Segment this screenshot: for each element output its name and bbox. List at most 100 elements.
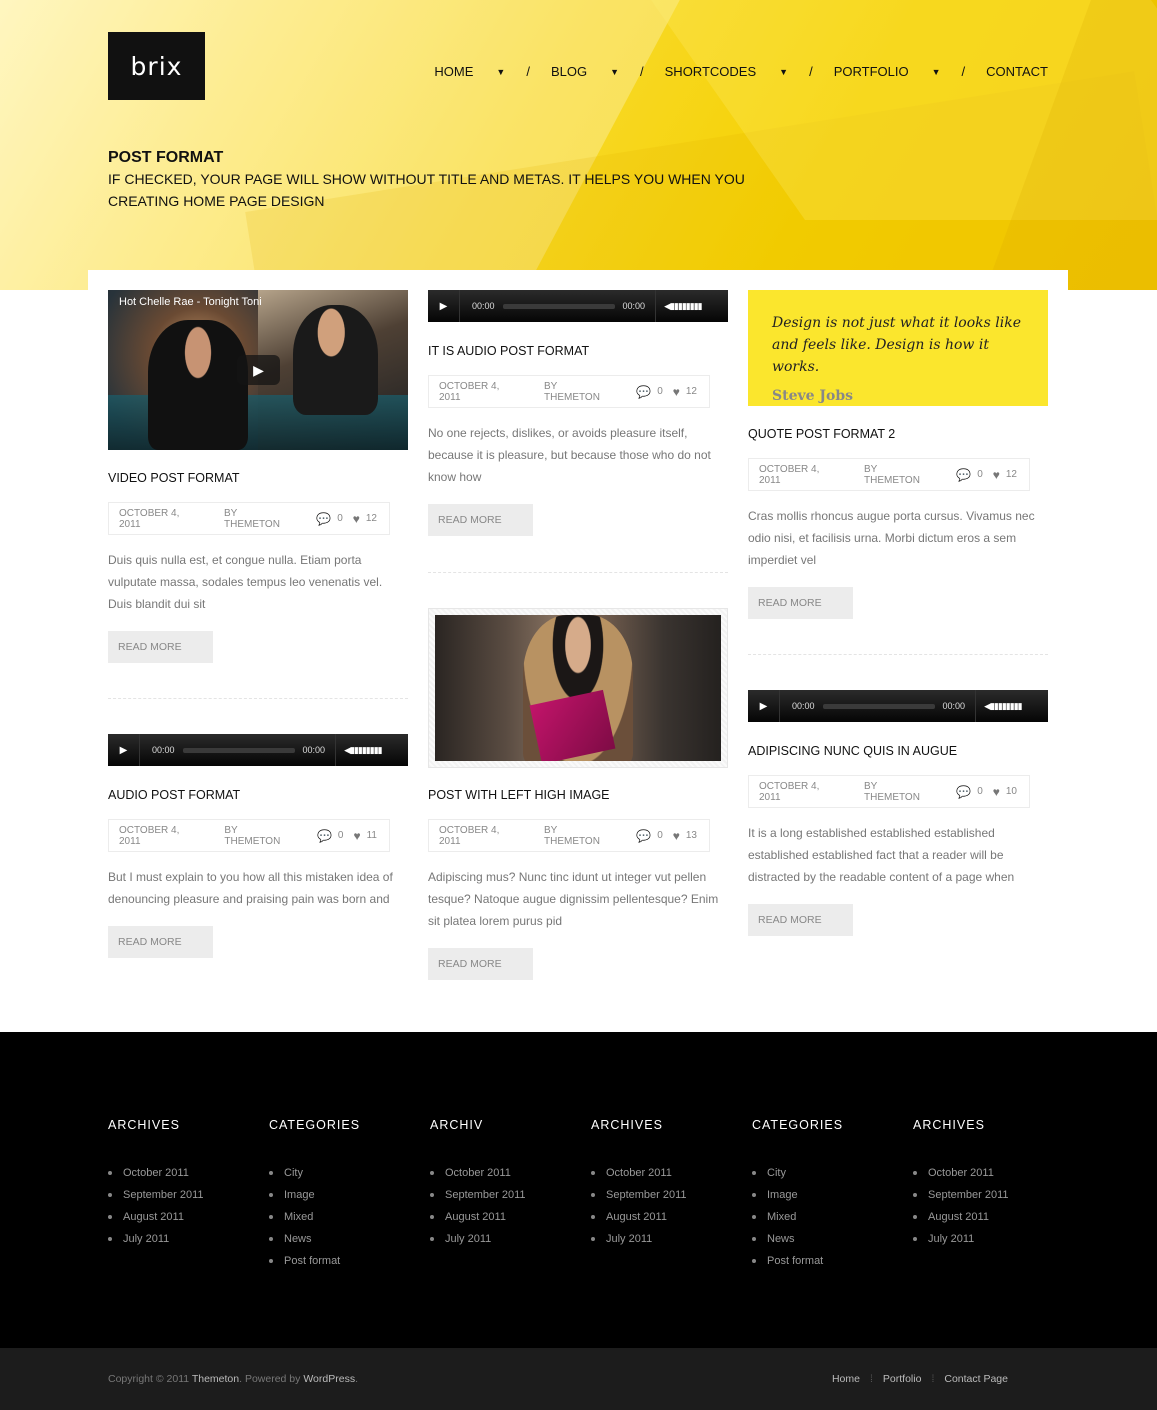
footer-link[interactable]: September 2011 [913, 1184, 1063, 1206]
nav-label[interactable]: PORTFOLIO [834, 64, 909, 79]
footer-link[interactable]: July 2011 [913, 1228, 1063, 1250]
wordpress-link[interactable]: WordPress [303, 1373, 355, 1385]
footer-link-label[interactable]: September 2011 [928, 1189, 1009, 1201]
footer-link-label[interactable]: Mixed [767, 1211, 796, 1223]
audio-progress-track[interactable] [502, 303, 615, 309]
footer-link[interactable]: Image [752, 1184, 902, 1206]
footer-link-label[interactable]: Post format [284, 1255, 340, 1267]
footer-link[interactable]: July 2011 [108, 1228, 258, 1250]
post-author[interactable]: BY THEMETON [544, 381, 614, 403]
footer-link-label[interactable]: August 2011 [606, 1211, 667, 1223]
read-more-button[interactable]: READ MORE [748, 904, 853, 936]
post-author[interactable]: BY THEMETON [864, 464, 934, 486]
footer-link-label[interactable]: September 2011 [445, 1189, 526, 1201]
footer-link-label[interactable]: August 2011 [123, 1211, 184, 1223]
nav-item-home[interactable]: HOME ▼ [434, 64, 505, 79]
footer-link[interactable]: July 2011 [430, 1228, 580, 1250]
footer-link[interactable]: August 2011 [591, 1206, 741, 1228]
post-title[interactable]: VIDEO POST FORMAT [108, 471, 408, 485]
footer-link-label[interactable]: September 2011 [606, 1189, 687, 1201]
bottom-link-home[interactable]: Home [832, 1373, 860, 1385]
footer-link-label[interactable]: July 2011 [928, 1233, 974, 1245]
footer-link-label[interactable]: July 2011 [123, 1233, 169, 1245]
nav-item-portfolio[interactable]: PORTFOLIO ▼ [834, 64, 941, 79]
footer-link[interactable]: News [269, 1228, 419, 1250]
footer-link-label[interactable]: September 2011 [123, 1189, 204, 1201]
video-title[interactable]: Hot Chelle Rae - Tonight Toni [119, 296, 262, 308]
post-title[interactable]: IT IS AUDIO POST FORMAT [428, 344, 728, 358]
like-count[interactable]: ♥ 12 [993, 468, 1017, 482]
read-more-button[interactable]: READ MORE [108, 631, 213, 663]
footer-link-label[interactable]: August 2011 [928, 1211, 989, 1223]
footer-link-label[interactable]: October 2011 [928, 1167, 994, 1179]
read-more-button[interactable]: READ MORE [428, 504, 533, 536]
post-author[interactable]: BY THEMETON [864, 781, 934, 803]
footer-link[interactable]: October 2011 [430, 1162, 580, 1184]
footer-link[interactable]: News [752, 1228, 902, 1250]
comment-count[interactable]: 💬 0 [636, 385, 663, 399]
like-count[interactable]: ♥ 11 [353, 829, 377, 843]
play-icon[interactable]: ▶ [748, 690, 780, 722]
nav-label[interactable]: HOME [434, 64, 473, 79]
audio-player[interactable]: ▶ 00:00 00:00 ◀▮▮▮▮▮▮▮▮ [748, 690, 1048, 722]
footer-link[interactable]: City [269, 1162, 419, 1184]
footer-link[interactable]: October 2011 [591, 1162, 741, 1184]
footer-link[interactable]: September 2011 [591, 1184, 741, 1206]
footer-link-label[interactable]: Image [767, 1189, 798, 1201]
copyright-brand-link[interactable]: Themeton [192, 1373, 239, 1385]
footer-link[interactable]: City [752, 1162, 902, 1184]
like-count[interactable]: ♥ 10 [993, 785, 1017, 799]
video-player[interactable]: Hot Chelle Rae - Tonight Toni ▶ [108, 290, 408, 450]
volume-icon[interactable]: ◀▮▮▮▮▮▮▮▮ [335, 734, 383, 766]
like-count[interactable]: ♥ 12 [353, 512, 377, 526]
footer-link[interactable]: October 2011 [913, 1162, 1063, 1184]
footer-link[interactable]: September 2011 [108, 1184, 258, 1206]
footer-link[interactable]: October 2011 [108, 1162, 258, 1184]
post-title[interactable]: QUOTE POST FORMAT 2 [748, 427, 1048, 441]
footer-link-label[interactable]: Post format [767, 1255, 823, 1267]
footer-link[interactable]: August 2011 [913, 1206, 1063, 1228]
nav-label[interactable]: SHORTCODES [665, 64, 757, 79]
bottom-link-contact[interactable]: Contact Page [944, 1373, 1008, 1385]
comment-count[interactable]: 💬 0 [956, 785, 983, 799]
read-more-button[interactable]: READ MORE [748, 587, 853, 619]
footer-link[interactable]: Post format [752, 1250, 902, 1272]
footer-link[interactable]: August 2011 [430, 1206, 580, 1228]
footer-link-label[interactable]: Image [284, 1189, 315, 1201]
read-more-button[interactable]: READ MORE [108, 926, 213, 958]
like-count[interactable]: ♥ 12 [673, 385, 697, 399]
footer-link-label[interactable]: Mixed [284, 1211, 313, 1223]
footer-link-label[interactable]: October 2011 [445, 1167, 511, 1179]
footer-link-label[interactable]: August 2011 [445, 1211, 506, 1223]
footer-link-label[interactable]: October 2011 [606, 1167, 672, 1179]
audio-progress-track[interactable] [822, 703, 935, 709]
audio-player[interactable]: ▶ 00:00 00:00 ◀▮▮▮▮▮▮▮▮ [108, 734, 408, 766]
footer-link[interactable]: Mixed [269, 1206, 419, 1228]
post-title[interactable]: AUDIO POST FORMAT [108, 788, 408, 802]
footer-link[interactable]: August 2011 [108, 1206, 258, 1228]
volume-icon[interactable]: ◀▮▮▮▮▮▮▮▮ [975, 690, 1023, 722]
like-count[interactable]: ♥ 13 [673, 829, 697, 843]
footer-link[interactable]: Image [269, 1184, 419, 1206]
footer-link-label[interactable]: News [767, 1233, 795, 1245]
footer-link-label[interactable]: City [284, 1167, 303, 1179]
play-icon[interactable]: ▶ [428, 290, 460, 322]
footer-link[interactable]: Post format [269, 1250, 419, 1272]
nav-label[interactable]: CONTACT [986, 64, 1048, 79]
post-author[interactable]: BY THEMETON [224, 825, 295, 847]
footer-link-label[interactable]: July 2011 [606, 1233, 652, 1245]
footer-link[interactable]: Mixed [752, 1206, 902, 1228]
play-icon[interactable]: ▶ [108, 734, 140, 766]
footer-link[interactable]: September 2011 [430, 1184, 580, 1206]
nav-label[interactable]: BLOG [551, 64, 587, 79]
nav-item-shortcodes[interactable]: SHORTCODES ▼ [665, 64, 788, 79]
audio-player[interactable]: ▶ 00:00 00:00 ◀▮▮▮▮▮▮▮▮ [428, 290, 728, 322]
chevron-down-icon[interactable]: ▼ [610, 67, 619, 77]
comment-count[interactable]: 💬 0 [636, 829, 663, 843]
post-author[interactable]: BY THEMETON [224, 508, 294, 530]
comment-count[interactable]: 💬 0 [316, 512, 343, 526]
post-title[interactable]: POST WITH LEFT HIGH IMAGE [428, 788, 728, 802]
comment-count[interactable]: 💬 0 [956, 468, 983, 482]
read-more-button[interactable]: READ MORE [428, 948, 533, 980]
volume-icon[interactable]: ◀▮▮▮▮▮▮▮▮ [655, 290, 703, 322]
